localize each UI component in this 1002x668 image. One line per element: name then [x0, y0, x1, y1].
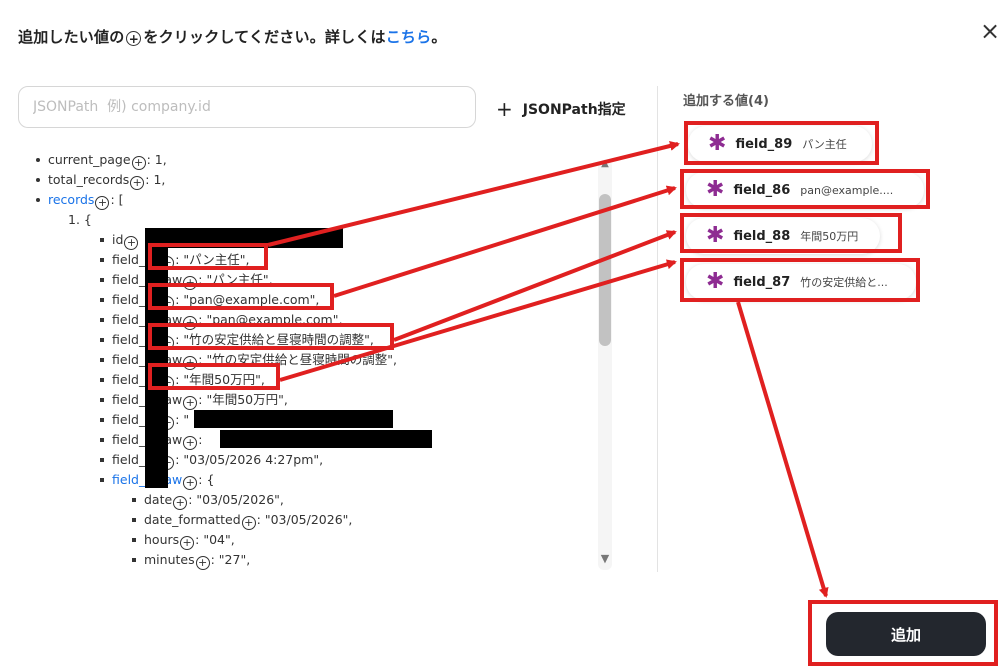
tree-row-total-records: total_records +: 1,: [36, 170, 165, 190]
tree-row-field-88-raw: field_ raw +: "年間50万円",: [100, 390, 288, 410]
asterisk-icon: ✱: [708, 131, 727, 156]
panel-divider: [657, 86, 658, 572]
tree-row-date: date +: "03/05/2026",: [132, 490, 284, 510]
add-submit-button[interactable]: 追加: [826, 612, 986, 656]
redaction-bar: [145, 228, 168, 488]
add-value-icon[interactable]: +: [241, 516, 256, 530]
selected-values-title: 追加する値(4): [683, 94, 769, 109]
tree-row-hours: hours +: "04",: [132, 530, 235, 550]
dialog-title: 追加したい値の + をクリックしてください。詳しくはこちら。: [18, 28, 447, 46]
selected-chip-field-89[interactable]: ✱ field_89 パン主任: [688, 126, 872, 162]
redaction-bar: [150, 228, 343, 248]
help-link[interactable]: こちら: [386, 28, 432, 46]
add-value-icon[interactable]: +: [183, 476, 198, 490]
add-value-icon[interactable]: +: [183, 396, 198, 410]
tree-row-index: 1. {: [68, 212, 92, 227]
tree-scrollbar[interactable]: ▲ ▼: [598, 158, 614, 570]
redaction-bar: [194, 410, 393, 428]
add-value-icon[interactable]: +: [173, 496, 188, 510]
scrollbar-thumb[interactable]: [599, 194, 611, 346]
add-value-icon[interactable]: +: [183, 356, 198, 370]
tree-row-current-page: current_page +: 1,: [36, 150, 167, 170]
tree-row-minutes: minutes +: "27",: [132, 550, 250, 570]
add-value-icon[interactable]: +: [183, 436, 198, 450]
scroll-up-icon[interactable]: ▲: [598, 158, 612, 169]
add-value-icon[interactable]: +: [195, 556, 210, 570]
tree-row-field-89: field_+: "パン主任",: [100, 250, 250, 270]
add-value-icon[interactable]: +: [180, 536, 195, 550]
add-value-icon[interactable]: +: [130, 176, 145, 190]
tree-row-field-88: field_+: "年間50万円",: [100, 370, 265, 390]
plus-circle-icon: +: [126, 31, 142, 46]
selected-chip-field-88[interactable]: ✱ field_88 年間50万円: [686, 218, 880, 254]
tree-row-field-89-raw: field_ raw +: "パン主任",: [100, 270, 273, 290]
tree-row-field-86-raw: field_ raw +: "pan@example.com",: [100, 310, 342, 330]
json-tree: current_page +: 1, total_records +: 1, rec…: [30, 150, 590, 570]
tree-row-field-86: field_+: "pan@example.com",: [100, 290, 319, 310]
asterisk-icon: ✱: [706, 269, 725, 294]
selected-chip-field-87[interactable]: ✱ field_87 竹の安定供給と...: [686, 264, 916, 300]
close-icon[interactable]: ×: [978, 19, 1002, 44]
jsonpath-search-input[interactable]: [18, 86, 476, 128]
tree-row-date-formatted: date_formatted +: "03/05/2026",: [132, 510, 352, 530]
add-value-icon[interactable]: +: [183, 276, 198, 290]
redaction-bar: [220, 430, 432, 448]
records-toggle[interactable]: records: [48, 192, 94, 207]
selected-chip-field-86[interactable]: ✱ field_86 pan@example....: [686, 172, 924, 208]
add-value-icon[interactable]: +: [124, 236, 139, 250]
add-value-icon[interactable]: +: [95, 196, 110, 210]
tree-row-field-87: field_+: "竹の安定供給と昼寝時間の調整",: [100, 330, 374, 350]
tree-row-records: records +: [: [36, 190, 124, 210]
add-value-icon[interactable]: +: [131, 156, 146, 170]
arrow-line: [736, 301, 829, 598]
asterisk-icon: ✱: [706, 177, 725, 202]
scroll-down-icon[interactable]: ▼: [598, 552, 612, 565]
plus-icon: +: [496, 97, 513, 121]
tree-row-field-6: field_+: "03/05/2026 4:27pm",: [100, 450, 323, 470]
add-jsonpath-button[interactable]: + JSONPath指定: [496, 97, 626, 121]
add-value-icon[interactable]: +: [183, 316, 198, 330]
asterisk-icon: ✱: [706, 223, 725, 248]
field-raw-toggle[interactable]: field_: [112, 472, 145, 487]
